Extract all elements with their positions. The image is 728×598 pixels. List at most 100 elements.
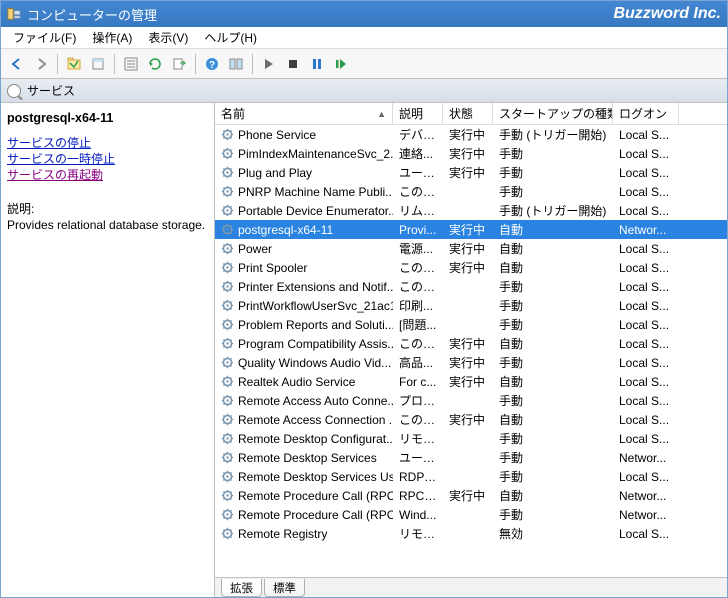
service-status: 実行中 <box>443 258 493 277</box>
subhead: サービス <box>1 79 727 103</box>
service-desc: RPCS... <box>393 488 443 504</box>
service-logon: Local S... <box>613 355 679 371</box>
window-title: コンピューターの管理 <box>27 5 613 24</box>
col-startup[interactable]: スタートアップの種類 <box>493 103 613 124</box>
service-status <box>443 210 493 212</box>
col-description[interactable]: 説明 <box>393 103 443 124</box>
table-row[interactable]: Realtek Audio ServiceFor c...実行中自動Local … <box>215 372 727 391</box>
export-button[interactable] <box>87 53 109 75</box>
menu-file[interactable]: ファイル(F) <box>5 27 84 48</box>
menu-view[interactable]: 表示(V) <box>140 27 196 48</box>
service-logon: Local S... <box>613 165 679 181</box>
link-pause-service[interactable]: サービスの一時停止 <box>7 151 208 167</box>
service-name: Remote Access Auto Conne... <box>238 394 393 408</box>
details-button[interactable] <box>120 53 142 75</box>
service-icon <box>221 223 234 236</box>
service-icon <box>221 147 234 160</box>
service-status: 実行中 <box>443 334 493 353</box>
service-startup: 自動 <box>493 486 613 505</box>
service-icon <box>221 128 234 141</box>
service-icon <box>221 166 234 179</box>
play-button[interactable] <box>258 53 280 75</box>
service-desc: 電源... <box>393 239 443 258</box>
table-row[interactable]: Remote Registryリモー...無効Local S... <box>215 524 727 543</box>
col-status[interactable]: 状態 <box>443 103 493 124</box>
service-logon: Local S... <box>613 526 679 542</box>
col-name[interactable]: 名前▲ <box>215 103 393 124</box>
tabstrip: 拡張 標準 <box>215 577 727 597</box>
back-button[interactable] <box>6 53 28 75</box>
table-row[interactable]: Remote Desktop Servicesユーザ...手動Networ... <box>215 448 727 467</box>
table-row[interactable]: Problem Reports and Soluti...[問題...手動Loc… <box>215 315 727 334</box>
folder-button[interactable] <box>63 53 85 75</box>
service-status <box>443 400 493 402</box>
service-name: Remote Registry <box>238 527 327 541</box>
service-startup: 手動 <box>493 448 613 467</box>
table-row[interactable]: Print Spoolerこのサ...実行中自動Local S... <box>215 258 727 277</box>
app-icon <box>7 7 21 21</box>
service-name: postgresql-x64-11 <box>238 223 333 237</box>
table-row[interactable]: PNRP Machine Name Publi...このサ...手動Local … <box>215 182 727 201</box>
tab-extended[interactable]: 拡張 <box>221 579 262 597</box>
service-startup: 手動 <box>493 277 613 296</box>
service-startup: 手動 (トリガー開始) <box>493 201 613 220</box>
link-stop-service[interactable]: サービスの停止 <box>7 135 208 151</box>
pause-button[interactable] <box>306 53 328 75</box>
table-row[interactable]: Remote Procedure Call (RPC...Wind...手動Ne… <box>215 505 727 524</box>
service-desc: 印刷... <box>393 296 443 315</box>
service-name: Remote Desktop Configurat... <box>238 432 393 446</box>
table-row[interactable]: Remote Procedure Call (RPC)RPCS...実行中自動N… <box>215 486 727 505</box>
tab-standard[interactable]: 標準 <box>264 579 305 597</box>
export-list-button[interactable] <box>168 53 190 75</box>
table-row[interactable]: Remote Desktop Services Us...RDP ...手動Lo… <box>215 467 727 486</box>
service-logon: Local S... <box>613 127 679 143</box>
link-restart-service[interactable]: サービスの再起動 <box>7 167 208 183</box>
help-button[interactable]: ? <box>201 53 223 75</box>
forward-button[interactable] <box>30 53 52 75</box>
service-logon: Networ... <box>613 222 679 238</box>
table-row[interactable]: PrintWorkflowUserSvc_21ac1印刷...手動Local S… <box>215 296 727 315</box>
table-row[interactable]: Remote Access Connection ...このコ...実行中自動L… <box>215 410 727 429</box>
table-row[interactable]: Portable Device Enumerator...リムー...手動 (ト… <box>215 201 727 220</box>
service-logon: Local S... <box>613 317 679 333</box>
service-desc: プログ... <box>393 391 443 410</box>
table-row[interactable]: Phone Serviceデバイ...実行中手動 (トリガー開始)Local S… <box>215 125 727 144</box>
table-row[interactable]: Quality Windows Audio Vid...高品...実行中手動Lo… <box>215 353 727 372</box>
description-text: Provides relational database storage. <box>7 218 208 232</box>
service-logon: Local S... <box>613 146 679 162</box>
service-status: 実行中 <box>443 486 493 505</box>
description-label: 説明: <box>7 200 208 217</box>
service-desc: 高品... <box>393 353 443 372</box>
table-row[interactable]: Remote Access Auto Conne...プログ...手動Local… <box>215 391 727 410</box>
service-desc: このサ... <box>393 258 443 277</box>
table-row[interactable]: postgresql-x64-11Provi...実行中自動Networ... <box>215 220 727 239</box>
table-row[interactable]: Remote Desktop Configurat...リモー...手動Loca… <box>215 429 727 448</box>
service-icon <box>221 337 234 350</box>
table-row[interactable]: Printer Extensions and Notif...このサ...手動L… <box>215 277 727 296</box>
service-status <box>443 457 493 459</box>
col-logon[interactable]: ログオン <box>613 103 679 124</box>
split-button[interactable] <box>225 53 247 75</box>
table-row[interactable]: Program Compatibility Assis...このサ...実行中自… <box>215 334 727 353</box>
service-icon <box>221 356 234 369</box>
service-startup: 手動 <box>493 315 613 334</box>
table-row[interactable]: Power電源...実行中自動Local S... <box>215 239 727 258</box>
menu-help[interactable]: ヘルプ(H) <box>196 27 265 48</box>
service-startup: 手動 <box>493 505 613 524</box>
service-icon <box>221 527 234 540</box>
service-logon: Networ... <box>613 450 679 466</box>
refresh-button[interactable] <box>144 53 166 75</box>
table-row[interactable]: Plug and Playユーザ...実行中手動Local S... <box>215 163 727 182</box>
restart-button[interactable] <box>330 53 352 75</box>
service-startup: 手動 (トリガー開始) <box>493 125 613 144</box>
service-list[interactable]: Phone Serviceデバイ...実行中手動 (トリガー開始)Local S… <box>215 125 727 577</box>
service-logon: Local S... <box>613 469 679 485</box>
stop-button[interactable] <box>282 53 304 75</box>
service-name: Portable Device Enumerator... <box>238 204 393 218</box>
service-status: 実行中 <box>443 144 493 163</box>
menu-action[interactable]: 操作(A) <box>84 27 140 48</box>
service-logon: Local S... <box>613 431 679 447</box>
service-logon: Local S... <box>613 184 679 200</box>
table-row[interactable]: PimIndexMaintenanceSvc_2...連絡...実行中手動Loc… <box>215 144 727 163</box>
service-icon <box>221 413 234 426</box>
